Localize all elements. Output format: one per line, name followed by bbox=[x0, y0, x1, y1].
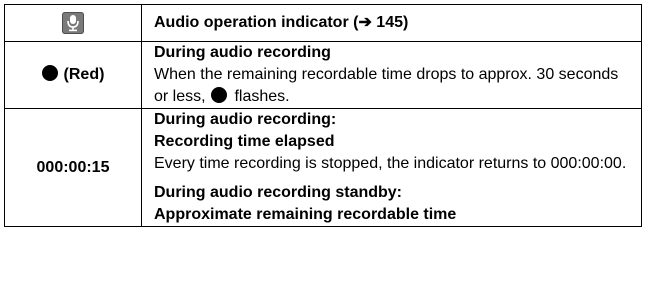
table-row: Audio operation indicator (➔ 145) bbox=[4, 4, 642, 42]
section-heading: During audio recording: bbox=[154, 111, 337, 128]
indicator-reference-table: Audio operation indicator (➔ 145) (Red) … bbox=[4, 4, 642, 227]
section-subheading: Recording time elapsed bbox=[154, 133, 335, 150]
description-title: Audio operation indicator (➔ 145) bbox=[154, 14, 409, 31]
table-row: 000:00:15 During audio recording: Record… bbox=[4, 108, 642, 227]
description-text: When the remaining recordable time drops… bbox=[154, 64, 633, 108]
black-dot-icon bbox=[211, 87, 228, 103]
description-text: Every time recording is stopped, the ind… bbox=[154, 155, 627, 172]
microphone-icon bbox=[62, 11, 84, 34]
description-cell: During audio recording: Recording time e… bbox=[141, 108, 642, 227]
section-heading: During audio recording standby: bbox=[154, 184, 403, 201]
indicator-cell: (Red) bbox=[4, 41, 142, 109]
table-row: (Red) During audio recording When the re… bbox=[4, 41, 642, 109]
description-cell: Audio operation indicator (➔ 145) bbox=[141, 4, 642, 42]
section-subheading: Approximate remaining recordable time bbox=[154, 206, 457, 223]
recording-block: During audio recording: Recording time e… bbox=[154, 109, 633, 175]
text-after-dot: flashes. bbox=[234, 88, 290, 105]
black-dot-icon bbox=[41, 65, 58, 81]
indicator-label: (Red) bbox=[63, 66, 105, 83]
section-heading: During audio recording bbox=[154, 44, 331, 61]
indicator-label: 000:00:15 bbox=[36, 158, 110, 176]
standby-block: During audio recording standby: Approxim… bbox=[154, 182, 633, 226]
indicator-cell: 000:00:15 bbox=[4, 108, 142, 227]
indicator-cell bbox=[4, 4, 142, 42]
manual-page: Audio operation indicator (➔ 145) (Red) … bbox=[0, 0, 646, 304]
description-cell: During audio recording When the remainin… bbox=[141, 41, 642, 109]
